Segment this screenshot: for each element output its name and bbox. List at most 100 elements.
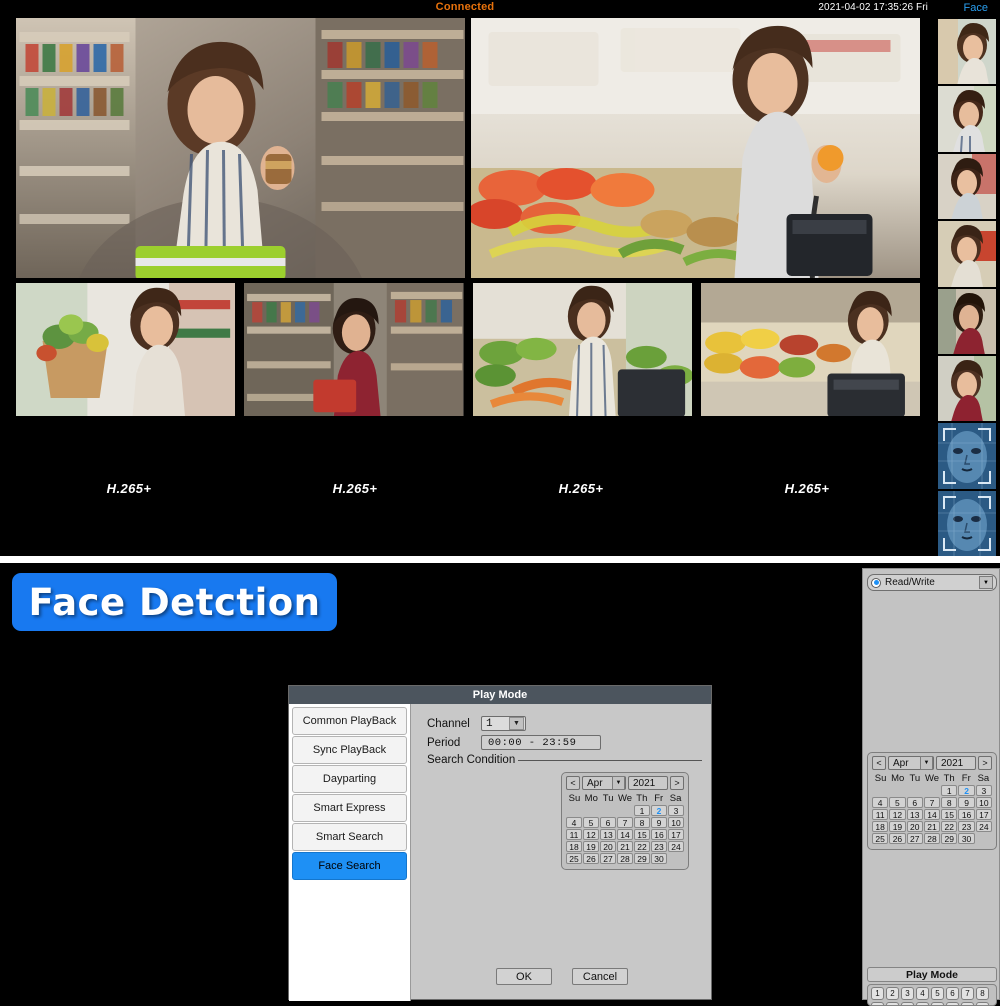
calendar-day-cell[interactable]: 15 — [634, 829, 650, 840]
month-select[interactable]: Apr ▼ — [582, 776, 626, 790]
channel-button[interactable]: 10 — [886, 1002, 899, 1005]
calendar-day-cell[interactable]: 29 — [941, 833, 958, 844]
face-recognition-scan-thumbnail[interactable] — [938, 423, 996, 489]
channel-select[interactable]: 1 ▼ — [481, 716, 526, 731]
chevron-down-icon[interactable]: ▼ — [612, 776, 625, 790]
calendar-day-cell[interactable]: 22 — [634, 841, 650, 852]
calendar-day-cell[interactable]: 11 — [566, 829, 582, 840]
calendar-day-cell[interactable]: 13 — [906, 809, 923, 820]
calendar-day-cell[interactable]: 25 — [566, 853, 582, 864]
calendar-day-cell[interactable]: 17 — [975, 809, 992, 820]
face-recognition-scan-thumbnail[interactable] — [938, 490, 996, 556]
mode-button-sync-playback[interactable]: Sync PlayBack — [292, 736, 407, 764]
calendar-day-cell[interactable]: 4 — [566, 817, 582, 828]
channel-button[interactable]: 6 — [946, 987, 959, 1000]
radio-button-icon[interactable] — [871, 577, 881, 588]
camera-tile[interactable] — [472, 283, 692, 416]
calendar-day-cell[interactable]: 14 — [617, 829, 633, 840]
calendar-day-cell[interactable]: 2 — [958, 785, 975, 796]
calendar-day-cell[interactable]: 4 — [872, 797, 889, 808]
prev-month-button[interactable]: < — [872, 756, 886, 770]
face-panel-tab[interactable]: Face — [964, 2, 988, 14]
face-capture-strip[interactable] — [938, 19, 996, 556]
calendar-day-cell[interactable]: 23 — [651, 841, 667, 852]
calendar-day-cell[interactable]: 11 — [872, 809, 889, 820]
channel-button[interactable]: 4 — [916, 987, 929, 1000]
channel-button[interactable]: 9 — [871, 1002, 884, 1005]
prev-month-button[interactable]: < — [566, 776, 580, 790]
calendar-day-cell[interactable]: 27 — [906, 833, 923, 844]
calendar-day-cell[interactable]: 12 — [889, 809, 906, 820]
year-input[interactable]: 2021 — [936, 756, 976, 770]
calendar-day-cell[interactable]: 17 — [668, 829, 684, 840]
camera-tile[interactable] — [16, 283, 236, 416]
calendar-day-cell[interactable]: 8 — [941, 797, 958, 808]
channel-button[interactable]: 16 — [976, 1002, 989, 1005]
calendar-day-cell[interactable]: 9 — [651, 817, 667, 828]
channel-button[interactable]: 1 — [871, 987, 884, 1000]
calendar-day-cell[interactable]: 29 — [634, 853, 650, 864]
chevron-down-icon[interactable]: ▼ — [920, 756, 933, 770]
calendar-day-cell[interactable]: 10 — [668, 817, 684, 828]
calendar-day-cell[interactable]: 24 — [668, 841, 684, 852]
calendar-day-cell[interactable]: 7 — [923, 797, 941, 808]
channel-button[interactable]: 5 — [931, 987, 944, 1000]
month-select[interactable]: Apr ▼ — [888, 756, 934, 770]
calendar-day-cell[interactable]: 10 — [975, 797, 992, 808]
calendar-day-cell[interactable]: 19 — [583, 841, 599, 852]
calendar-day-cell[interactable]: 5 — [583, 817, 599, 828]
mode-button-smart-express[interactable]: Smart Express — [292, 794, 407, 822]
calendar-day-cell[interactable]: 8 — [634, 817, 650, 828]
calendar-day-cell[interactable]: 21 — [923, 821, 941, 832]
calendar-day-cell[interactable]: 15 — [941, 809, 958, 820]
calendar-day-cell[interactable]: 28 — [617, 853, 633, 864]
calendar-day-cell[interactable]: 5 — [889, 797, 906, 808]
calendar-day-cell[interactable]: 25 — [872, 833, 889, 844]
cancel-button[interactable]: Cancel — [572, 968, 628, 985]
face-capture-thumbnail[interactable] — [938, 221, 996, 287]
calendar-day-cell[interactable]: 18 — [872, 821, 889, 832]
channel-button[interactable]: 14 — [946, 1002, 959, 1005]
mode-button-common-playback[interactable]: Common PlayBack — [292, 707, 407, 735]
calendar-day-cell[interactable]: 20 — [906, 821, 923, 832]
calendar-day-cell[interactable]: 9 — [958, 797, 975, 808]
calendar-day-cell[interactable]: 19 — [889, 821, 906, 832]
calendar-day-cell[interactable]: 1 — [634, 805, 650, 816]
face-capture-thumbnail[interactable] — [938, 355, 996, 422]
camera-tile[interactable] — [244, 283, 464, 416]
chevron-down-icon[interactable]: ▼ — [509, 717, 524, 730]
next-month-button[interactable]: > — [670, 776, 684, 790]
calendar-day-cell[interactable]: 24 — [975, 821, 992, 832]
calendar-day-cell[interactable]: 14 — [923, 809, 941, 820]
calendar-day-cell[interactable]: 20 — [600, 841, 616, 852]
calendar-day-cell[interactable]: 16 — [958, 809, 975, 820]
channel-button[interactable]: 7 — [961, 987, 974, 1000]
calendar-day-cell[interactable]: 2 — [651, 805, 667, 816]
face-capture-thumbnail[interactable] — [938, 19, 996, 85]
calendar-day-cell[interactable]: 27 — [600, 853, 616, 864]
calendar-day-cell[interactable]: 26 — [583, 853, 599, 864]
mode-button-dayparting[interactable]: Dayparting — [292, 765, 407, 793]
mode-button-smart-search[interactable]: Smart Search — [292, 823, 407, 851]
calendar-day-cell[interactable]: 16 — [651, 829, 667, 840]
calendar-day-cell[interactable]: 3 — [975, 785, 992, 796]
calendar-day-cell[interactable]: 28 — [923, 833, 941, 844]
calendar-day-cell[interactable]: 26 — [889, 833, 906, 844]
face-capture-thumbnail[interactable] — [938, 86, 996, 152]
face-capture-thumbnail[interactable] — [938, 288, 996, 354]
channel-button[interactable]: 8 — [976, 987, 989, 1000]
calendar-day-cell[interactable]: 30 — [958, 833, 975, 844]
calendar-day-cell[interactable]: 6 — [600, 817, 616, 828]
channel-button[interactable]: 15 — [961, 1002, 974, 1005]
panel-calendar[interactable]: < Apr ▼ 2021 > Su Mo Tu We Th Fr Sa 1234… — [867, 752, 997, 850]
next-month-button[interactable]: > — [978, 756, 992, 770]
calendar-day-cell[interactable]: 18 — [566, 841, 582, 852]
chevron-down-icon[interactable]: ▼ — [979, 576, 993, 589]
period-input[interactable]: 00:00 - 23:59 — [481, 735, 601, 750]
camera-tile[interactable] — [471, 18, 920, 278]
channel-button[interactable]: 3 — [901, 987, 914, 1000]
channel-button[interactable]: 13 — [931, 1002, 944, 1005]
calendar-day-cell[interactable]: 13 — [600, 829, 616, 840]
calendar-day-cell[interactable]: 1 — [941, 785, 958, 796]
ok-button[interactable]: OK — [496, 968, 552, 985]
